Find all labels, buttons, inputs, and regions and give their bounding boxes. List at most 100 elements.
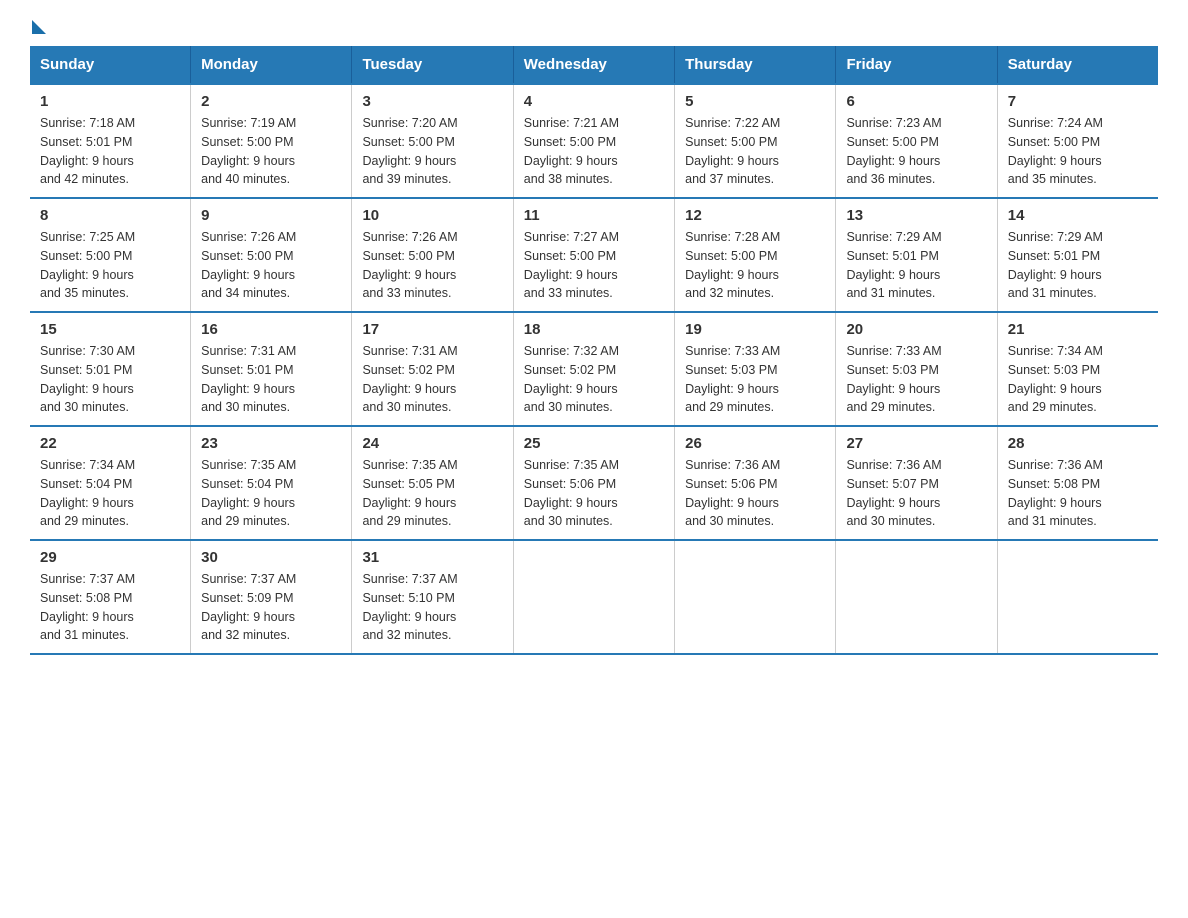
calendar-table: SundayMondayTuesdayWednesdayThursdayFrid… [30, 46, 1158, 655]
day-number: 14 [1008, 207, 1148, 224]
day-number: 7 [1008, 93, 1148, 110]
day-number: 21 [1008, 321, 1148, 338]
calendar-cell: 26 Sunrise: 7:36 AM Sunset: 5:06 PM Dayl… [675, 426, 836, 540]
day-info: Sunrise: 7:31 AM Sunset: 5:02 PM Dayligh… [362, 342, 502, 417]
logo-triangle-icon [32, 20, 46, 34]
day-info: Sunrise: 7:31 AM Sunset: 5:01 PM Dayligh… [201, 342, 341, 417]
day-number: 5 [685, 93, 825, 110]
calendar-cell: 6 Sunrise: 7:23 AM Sunset: 5:00 PM Dayli… [836, 84, 997, 198]
calendar-cell: 21 Sunrise: 7:34 AM Sunset: 5:03 PM Dayl… [997, 312, 1158, 426]
calendar-cell: 4 Sunrise: 7:21 AM Sunset: 5:00 PM Dayli… [513, 84, 674, 198]
day-info: Sunrise: 7:22 AM Sunset: 5:00 PM Dayligh… [685, 114, 825, 189]
column-header-tuesday: Tuesday [352, 46, 513, 84]
day-info: Sunrise: 7:26 AM Sunset: 5:00 PM Dayligh… [362, 228, 502, 303]
calendar-cell: 27 Sunrise: 7:36 AM Sunset: 5:07 PM Dayl… [836, 426, 997, 540]
day-info: Sunrise: 7:32 AM Sunset: 5:02 PM Dayligh… [524, 342, 664, 417]
day-number: 8 [40, 207, 180, 224]
day-number: 28 [1008, 435, 1148, 452]
column-header-friday: Friday [836, 46, 997, 84]
day-info: Sunrise: 7:19 AM Sunset: 5:00 PM Dayligh… [201, 114, 341, 189]
day-number: 26 [685, 435, 825, 452]
day-info: Sunrise: 7:34 AM Sunset: 5:04 PM Dayligh… [40, 456, 180, 531]
day-number: 16 [201, 321, 341, 338]
calendar-cell: 10 Sunrise: 7:26 AM Sunset: 5:00 PM Dayl… [352, 198, 513, 312]
week-row-4: 22 Sunrise: 7:34 AM Sunset: 5:04 PM Dayl… [30, 426, 1158, 540]
day-number: 17 [362, 321, 502, 338]
day-number: 9 [201, 207, 341, 224]
calendar-cell: 24 Sunrise: 7:35 AM Sunset: 5:05 PM Dayl… [352, 426, 513, 540]
day-number: 15 [40, 321, 180, 338]
column-header-sunday: Sunday [30, 46, 191, 84]
day-number: 29 [40, 549, 180, 566]
day-info: Sunrise: 7:33 AM Sunset: 5:03 PM Dayligh… [685, 342, 825, 417]
day-info: Sunrise: 7:20 AM Sunset: 5:00 PM Dayligh… [362, 114, 502, 189]
day-info: Sunrise: 7:37 AM Sunset: 5:10 PM Dayligh… [362, 570, 502, 645]
calendar-cell: 17 Sunrise: 7:31 AM Sunset: 5:02 PM Dayl… [352, 312, 513, 426]
calendar-cell: 15 Sunrise: 7:30 AM Sunset: 5:01 PM Dayl… [30, 312, 191, 426]
day-info: Sunrise: 7:23 AM Sunset: 5:00 PM Dayligh… [846, 114, 986, 189]
day-number: 13 [846, 207, 986, 224]
calendar-cell: 9 Sunrise: 7:26 AM Sunset: 5:00 PM Dayli… [191, 198, 352, 312]
day-info: Sunrise: 7:37 AM Sunset: 5:08 PM Dayligh… [40, 570, 180, 645]
column-header-saturday: Saturday [997, 46, 1158, 84]
day-number: 30 [201, 549, 341, 566]
day-number: 3 [362, 93, 502, 110]
day-number: 31 [362, 549, 502, 566]
day-number: 12 [685, 207, 825, 224]
day-info: Sunrise: 7:26 AM Sunset: 5:00 PM Dayligh… [201, 228, 341, 303]
calendar-cell [836, 540, 997, 654]
column-header-wednesday: Wednesday [513, 46, 674, 84]
calendar-cell: 11 Sunrise: 7:27 AM Sunset: 5:00 PM Dayl… [513, 198, 674, 312]
day-number: 20 [846, 321, 986, 338]
calendar-cell [513, 540, 674, 654]
calendar-cell: 8 Sunrise: 7:25 AM Sunset: 5:00 PM Dayli… [30, 198, 191, 312]
calendar-cell: 3 Sunrise: 7:20 AM Sunset: 5:00 PM Dayli… [352, 84, 513, 198]
day-number: 11 [524, 207, 664, 224]
day-info: Sunrise: 7:36 AM Sunset: 5:07 PM Dayligh… [846, 456, 986, 531]
calendar-cell: 12 Sunrise: 7:28 AM Sunset: 5:00 PM Dayl… [675, 198, 836, 312]
day-number: 24 [362, 435, 502, 452]
day-info: Sunrise: 7:24 AM Sunset: 5:00 PM Dayligh… [1008, 114, 1148, 189]
day-number: 22 [40, 435, 180, 452]
calendar-cell: 20 Sunrise: 7:33 AM Sunset: 5:03 PM Dayl… [836, 312, 997, 426]
day-info: Sunrise: 7:29 AM Sunset: 5:01 PM Dayligh… [1008, 228, 1148, 303]
day-info: Sunrise: 7:36 AM Sunset: 5:06 PM Dayligh… [685, 456, 825, 531]
header-row: SundayMondayTuesdayWednesdayThursdayFrid… [30, 46, 1158, 84]
calendar-cell: 5 Sunrise: 7:22 AM Sunset: 5:00 PM Dayli… [675, 84, 836, 198]
calendar-cell: 23 Sunrise: 7:35 AM Sunset: 5:04 PM Dayl… [191, 426, 352, 540]
calendar-cell: 7 Sunrise: 7:24 AM Sunset: 5:00 PM Dayli… [997, 84, 1158, 198]
calendar-cell: 30 Sunrise: 7:37 AM Sunset: 5:09 PM Dayl… [191, 540, 352, 654]
day-info: Sunrise: 7:34 AM Sunset: 5:03 PM Dayligh… [1008, 342, 1148, 417]
day-number: 6 [846, 93, 986, 110]
calendar-cell: 22 Sunrise: 7:34 AM Sunset: 5:04 PM Dayl… [30, 426, 191, 540]
day-number: 2 [201, 93, 341, 110]
week-row-2: 8 Sunrise: 7:25 AM Sunset: 5:00 PM Dayli… [30, 198, 1158, 312]
day-info: Sunrise: 7:30 AM Sunset: 5:01 PM Dayligh… [40, 342, 180, 417]
calendar-cell: 1 Sunrise: 7:18 AM Sunset: 5:01 PM Dayli… [30, 84, 191, 198]
day-info: Sunrise: 7:27 AM Sunset: 5:00 PM Dayligh… [524, 228, 664, 303]
calendar-cell: 31 Sunrise: 7:37 AM Sunset: 5:10 PM Dayl… [352, 540, 513, 654]
day-info: Sunrise: 7:18 AM Sunset: 5:01 PM Dayligh… [40, 114, 180, 189]
day-info: Sunrise: 7:35 AM Sunset: 5:04 PM Dayligh… [201, 456, 341, 531]
calendar-cell: 16 Sunrise: 7:31 AM Sunset: 5:01 PM Dayl… [191, 312, 352, 426]
calendar-cell: 25 Sunrise: 7:35 AM Sunset: 5:06 PM Dayl… [513, 426, 674, 540]
week-row-5: 29 Sunrise: 7:37 AM Sunset: 5:08 PM Dayl… [30, 540, 1158, 654]
calendar-cell: 14 Sunrise: 7:29 AM Sunset: 5:01 PM Dayl… [997, 198, 1158, 312]
calendar-cell: 2 Sunrise: 7:19 AM Sunset: 5:00 PM Dayli… [191, 84, 352, 198]
day-info: Sunrise: 7:37 AM Sunset: 5:09 PM Dayligh… [201, 570, 341, 645]
day-info: Sunrise: 7:35 AM Sunset: 5:06 PM Dayligh… [524, 456, 664, 531]
day-info: Sunrise: 7:29 AM Sunset: 5:01 PM Dayligh… [846, 228, 986, 303]
day-number: 10 [362, 207, 502, 224]
calendar-cell [997, 540, 1158, 654]
column-header-thursday: Thursday [675, 46, 836, 84]
calendar-cell [675, 540, 836, 654]
day-number: 4 [524, 93, 664, 110]
day-info: Sunrise: 7:21 AM Sunset: 5:00 PM Dayligh… [524, 114, 664, 189]
week-row-1: 1 Sunrise: 7:18 AM Sunset: 5:01 PM Dayli… [30, 84, 1158, 198]
day-number: 1 [40, 93, 180, 110]
day-number: 19 [685, 321, 825, 338]
day-number: 25 [524, 435, 664, 452]
calendar-cell: 18 Sunrise: 7:32 AM Sunset: 5:02 PM Dayl… [513, 312, 674, 426]
week-row-3: 15 Sunrise: 7:30 AM Sunset: 5:01 PM Dayl… [30, 312, 1158, 426]
column-header-monday: Monday [191, 46, 352, 84]
